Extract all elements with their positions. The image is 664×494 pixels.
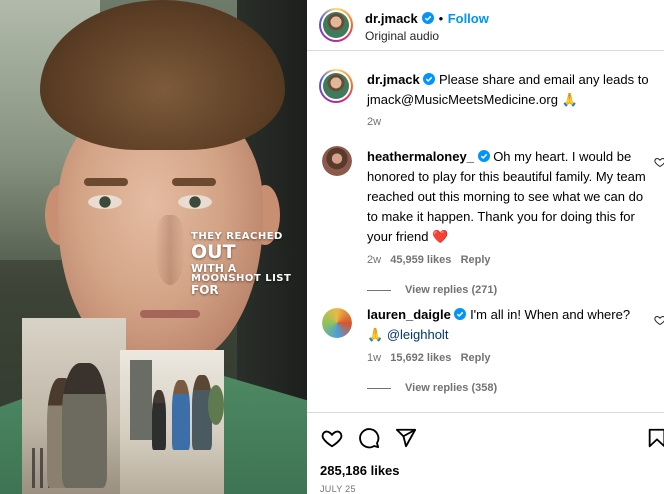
comment-meta: 2w 45,959 likes Reply xyxy=(367,254,657,266)
inset-person xyxy=(152,390,166,450)
verified-badge-icon xyxy=(423,73,436,85)
left-eyebrow xyxy=(84,178,128,186)
inset-photo-hug xyxy=(22,318,126,494)
inset-person xyxy=(172,380,190,450)
comment-text: I'm all in! When and where? xyxy=(470,307,631,322)
caption-avatar[interactable] xyxy=(319,69,353,103)
caption-email: jmack@MusicMeetsMedicine.org xyxy=(367,92,558,107)
view-replies-button[interactable]: View replies (271) xyxy=(367,284,657,296)
comment-time[interactable]: 2w xyxy=(367,254,381,266)
author-line: dr.jmack • Follow xyxy=(365,10,489,28)
overlay-line-5: FOR xyxy=(191,283,219,297)
reply-button[interactable]: Reply xyxy=(461,352,491,364)
post-date[interactable]: JULY 25 xyxy=(320,484,356,494)
post-likes-count[interactable]: 285,186 likes xyxy=(320,463,400,478)
left-eye xyxy=(88,195,122,209)
inset-door xyxy=(130,360,152,440)
comment: lauren_daigle I'm all in! When and where… xyxy=(367,305,657,394)
audio-label[interactable]: Original audio xyxy=(365,29,439,43)
comment-username[interactable]: lauren_daigle xyxy=(367,307,451,322)
red-heart-emoji: ❤️ xyxy=(432,229,449,244)
right-eyebrow xyxy=(172,178,216,186)
nose xyxy=(155,215,185,285)
video-overlay-text: THEY REACHED OUT WITH A MOONSHOT LIST FO… xyxy=(191,232,301,297)
post-header: dr.jmack • Follow Original audio xyxy=(307,0,664,51)
caption: dr.jmack Please share and email any lead… xyxy=(367,70,657,128)
view-replies-label: View replies (271) xyxy=(405,284,498,296)
separator-dot: • xyxy=(438,11,444,26)
comment-likes[interactable]: 45,959 likes xyxy=(390,254,451,266)
comment-icon[interactable] xyxy=(358,427,380,449)
heart-icon[interactable] xyxy=(321,427,343,449)
caption-text: Please share and email any leads to xyxy=(439,72,649,87)
verified-badge-icon xyxy=(477,150,490,162)
share-icon[interactable] xyxy=(395,427,417,449)
author-avatar[interactable] xyxy=(319,8,353,42)
view-replies-button[interactable]: View replies (358) xyxy=(367,382,657,394)
view-replies-label: View replies (358) xyxy=(405,382,498,394)
author-username[interactable]: dr.jmack xyxy=(365,11,418,26)
comment-avatar[interactable] xyxy=(322,308,352,338)
inset-plant xyxy=(208,385,224,425)
post-media[interactable]: THEY REACHED OUT WITH A MOONSHOT LIST FO… xyxy=(0,0,307,494)
follow-button[interactable]: Follow xyxy=(448,11,489,26)
verified-badge-icon xyxy=(422,12,435,24)
overlay-line-2: OUT xyxy=(191,241,236,263)
comment-like-heart-icon[interactable] xyxy=(654,314,664,326)
verified-badge-icon xyxy=(454,308,467,320)
comment-avatar[interactable] xyxy=(322,146,352,176)
prayer-emoji: 🙏 xyxy=(561,92,578,107)
comment-likes[interactable]: 15,692 likes xyxy=(390,352,451,364)
comment-meta: 1w 15,692 likes Reply xyxy=(367,352,657,364)
comment-time[interactable]: 1w xyxy=(367,352,381,364)
mouth xyxy=(140,310,200,318)
prayer-emoji: 🙏 xyxy=(367,327,384,342)
bookmark-icon[interactable] xyxy=(646,427,664,449)
caption-time[interactable]: 2w xyxy=(367,116,657,128)
right-eye xyxy=(178,195,212,209)
comment-like-heart-icon[interactable] xyxy=(654,156,664,168)
comment-username[interactable]: heathermaloney_ xyxy=(367,149,474,164)
caption-username[interactable]: dr.jmack xyxy=(367,72,420,87)
reply-button[interactable]: Reply xyxy=(461,254,491,266)
comment: heathermaloney_ Oh my heart. I would be … xyxy=(367,147,657,296)
inset-photo-hallway xyxy=(120,350,224,494)
mention-link[interactable]: @leighholt xyxy=(387,327,449,342)
post-details-pane: dr.jmack • Follow Original audio dr.jmac… xyxy=(307,0,664,494)
inset-person xyxy=(62,363,107,488)
post-actions: 285,186 likes JULY 25 xyxy=(307,412,664,494)
